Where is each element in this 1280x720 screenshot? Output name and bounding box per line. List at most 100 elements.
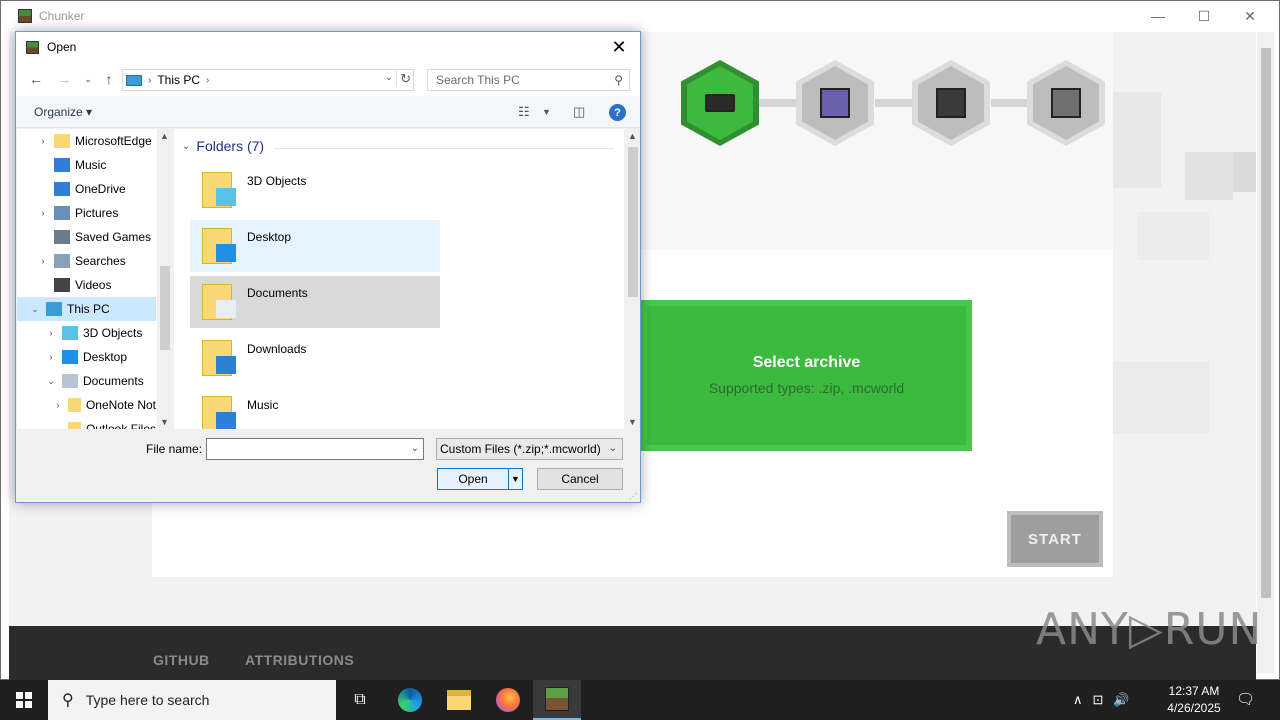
file-name-dropdown-icon[interactable]: ⌄ <box>411 443 419 454</box>
folder-overlay-icon <box>216 244 236 262</box>
nav-tree-item[interactable]: ⌄ Documents <box>17 369 156 393</box>
nav-tree-item[interactable]: › MicrosoftEdge <box>17 129 156 153</box>
search-input[interactable] <box>428 70 598 90</box>
recent-locations-chevron-icon[interactable]: ⌄ <box>78 70 98 88</box>
folder-item[interactable]: Music <box>190 388 440 429</box>
open-button-label: Open <box>458 472 488 486</box>
preview-pane-icon[interactable]: ◫ <box>573 104 585 120</box>
forward-arrow-icon[interactable]: → <box>54 70 74 88</box>
folder-item[interactable]: Documents <box>190 276 440 328</box>
system-tray: ∧ ⊡ 🔊 <box>1068 680 1135 720</box>
collapse-chevron-icon[interactable]: ⌄ <box>182 141 190 152</box>
file-name-combobox[interactable]: ⌄ <box>206 438 424 460</box>
taskbar-search[interactable]: ⚲ Type here to search <box>48 680 336 720</box>
folder-overlay-icon <box>216 188 236 206</box>
group-header-folders[interactable]: ⌄ Folders (7) <box>182 138 264 154</box>
windows-logo-icon <box>16 692 32 708</box>
notifications-icon[interactable]: 🗨 <box>1236 690 1255 708</box>
view-options-icon[interactable]: ☷ <box>518 104 530 120</box>
nav-tree-item[interactable]: OneDrive <box>17 177 156 201</box>
dialog-navbar: ← → ⌄ ↑ › This PC › ⌄ ↻ ⚲ <box>16 62 640 96</box>
maximize-button[interactable]: ☐ <box>1181 1 1227 31</box>
task-view-icon: ⧉ <box>354 691 366 708</box>
step-connector <box>875 99 913 107</box>
nav-tree-item[interactable]: Saved Games <box>17 225 156 249</box>
navigation-scrollbar[interactable]: ▲ ▼ <box>157 129 172 429</box>
open-button[interactable]: Open ▼ <box>437 468 523 490</box>
task-view-button[interactable]: ⧉ <box>336 680 384 720</box>
nav-tree-item[interactable]: Outlook Files <box>17 417 156 429</box>
close-button[interactable]: ✕ <box>1227 1 1273 31</box>
refresh-icon[interactable]: ↻ <box>396 71 411 87</box>
nav-tree-item[interactable]: ⌄ This PC <box>17 297 156 321</box>
nav-tree-item[interactable]: Videos <box>17 273 156 297</box>
resize-grip-icon[interactable]: ⋰ <box>629 492 637 501</box>
file-name-input[interactable] <box>207 439 402 459</box>
clock[interactable]: 12:37 AM 4/26/2025 <box>1162 683 1226 717</box>
network-icon[interactable]: ⊡ <box>1093 692 1104 708</box>
scroll-up-icon[interactable]: ▲ <box>628 131 637 141</box>
folder-overlay-icon <box>216 412 236 429</box>
organize-menu[interactable]: Organize ▾ <box>34 105 92 119</box>
scroll-down-icon[interactable]: ▼ <box>628 417 637 427</box>
firefox-taskbar-button[interactable] <box>484 680 532 720</box>
address-bar[interactable]: › This PC › ⌄ ↻ <box>122 69 414 91</box>
expand-chevron-icon[interactable]: › <box>37 136 49 146</box>
folder-name: Desktop <box>247 230 292 244</box>
attributions-link[interactable]: ATTRIBUTIONS <box>245 652 354 668</box>
scroll-up-icon[interactable]: ▲ <box>160 131 169 141</box>
folder-item[interactable]: Desktop <box>190 220 440 272</box>
folder-item[interactable]: 3D Objects <box>190 164 440 216</box>
taskbar: ⚲ Type here to search ⧉ ∧ ⊡ 🔊 12:37 AM 4… <box>0 680 1280 720</box>
scrollbar-thumb[interactable] <box>628 147 638 297</box>
file-name-label: File name: <box>146 442 203 456</box>
folder-icon <box>67 422 81 429</box>
start-button[interactable] <box>0 680 48 720</box>
expand-chevron-icon[interactable]: › <box>37 256 49 266</box>
file-list-scrollbar[interactable]: ▲ ▼ <box>625 129 640 429</box>
nav-tree-item[interactable]: Music <box>17 153 156 177</box>
dialog-close-button[interactable]: ✕ <box>604 34 634 60</box>
step-connector <box>991 99 1029 107</box>
breadcrumb-this-pc[interactable]: This PC <box>157 73 200 87</box>
nav-tree-label: This PC <box>67 302 110 316</box>
minimize-button[interactable]: — <box>1135 1 1181 31</box>
nav-tree-item[interactable]: › OneNote Not <box>17 393 156 417</box>
scrollbar-thumb[interactable] <box>160 266 170 350</box>
expand-chevron-icon[interactable]: › <box>53 400 63 410</box>
start-button[interactable]: START <box>1007 511 1103 567</box>
back-arrow-icon[interactable]: ← <box>26 70 46 88</box>
app-scrollbar[interactable] <box>1257 32 1274 673</box>
volume-icon[interactable]: 🔊 <box>1113 692 1129 708</box>
up-arrow-icon[interactable]: ↑ <box>99 70 119 88</box>
edge-taskbar-button[interactable] <box>386 680 434 720</box>
nav-tree-item[interactable]: › Pictures <box>17 201 156 225</box>
scroll-down-icon[interactable]: ▼ <box>160 417 169 427</box>
search-box[interactable]: ⚲ <box>427 69 630 91</box>
scrollbar-thumb[interactable] <box>1261 48 1271 598</box>
nav-tree-item[interactable]: › Desktop <box>17 345 156 369</box>
expand-chevron-icon[interactable]: ⌄ <box>29 304 41 315</box>
expand-chevron-icon[interactable]: › <box>45 328 57 338</box>
expand-chevron-icon[interactable]: › <box>37 208 49 218</box>
nav-tree-item[interactable]: › 3D Objects <box>17 321 156 345</box>
tray-chevron-icon[interactable]: ∧ <box>1073 692 1083 708</box>
nav-tree-label: Pictures <box>75 206 119 220</box>
cancel-button[interactable]: Cancel <box>537 468 623 490</box>
view-dropdown-icon[interactable]: ▼ <box>542 107 551 117</box>
address-dropdown-icon[interactable]: ⌄ <box>385 72 393 83</box>
expand-chevron-icon[interactable]: ⌄ <box>45 376 57 387</box>
folder-item[interactable]: Downloads <box>190 332 440 384</box>
help-icon[interactable]: ? <box>609 104 626 121</box>
bg-pixel <box>1233 152 1256 192</box>
open-dropdown-icon[interactable]: ▼ <box>508 469 522 489</box>
dialog-title: Open <box>47 40 77 54</box>
github-link[interactable]: GITHUB <box>153 652 210 668</box>
file-type-filter[interactable]: Custom Files (*.zip;*.mcworld) ⌄ <box>436 438 623 460</box>
file-explorer-taskbar-button[interactable] <box>435 680 483 720</box>
nav-tree-item[interactable]: › Searches <box>17 249 156 273</box>
expand-chevron-icon[interactable]: › <box>45 352 57 362</box>
chunker-taskbar-button[interactable] <box>533 680 581 720</box>
breadcrumb-separator: › <box>206 74 210 86</box>
select-archive-dropzone[interactable]: Select archive Supported types: .zip, .m… <box>641 300 972 451</box>
